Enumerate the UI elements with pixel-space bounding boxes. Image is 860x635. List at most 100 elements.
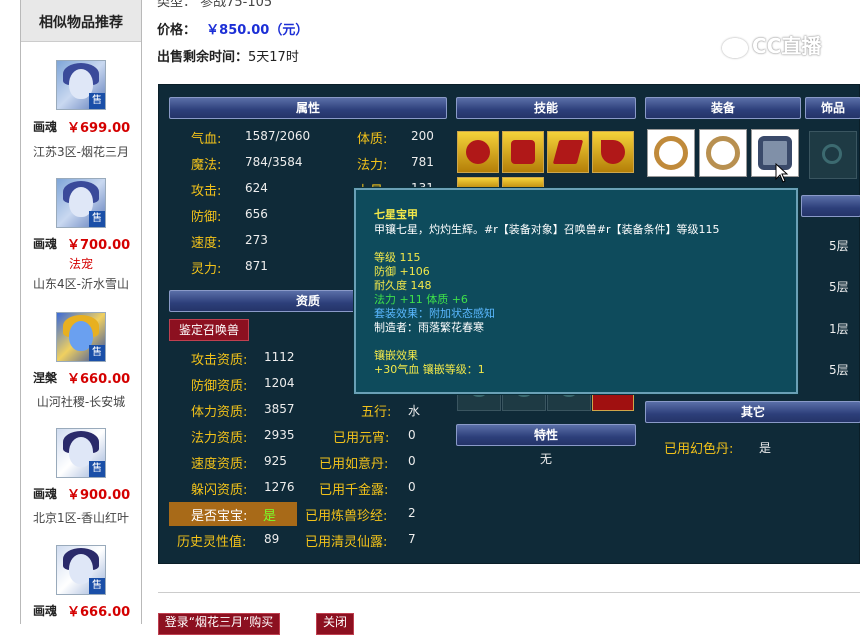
skill-slot[interactable] [457, 131, 499, 173]
aptitude-value: 1204 [264, 376, 295, 390]
product-tag: 法宠 [68, 257, 93, 271]
attr-label: 速度: [191, 236, 222, 251]
aptitude-value: 1276 [264, 480, 295, 494]
skill-header: 技能 [456, 97, 636, 119]
product-name: 画魂 [33, 237, 58, 251]
skill-slot[interactable] [547, 131, 589, 173]
attr-value: 781 [411, 155, 434, 169]
tooltip-line: 等级 115 [374, 251, 421, 264]
product-name: 画魂 [33, 604, 58, 618]
aptitude-label: 速度资质: [191, 457, 248, 472]
attr-value: 1587/2060 [245, 129, 311, 143]
product-price: ￥666.00 [67, 605, 131, 620]
pet-thumbnail[interactable]: 售 [56, 60, 106, 110]
usage-label: 已用千金露: [319, 483, 389, 498]
usage-value: 0 [408, 428, 416, 442]
tooltip-inlay-title: 镶嵌效果 [374, 349, 418, 362]
attr-value: 200 [411, 129, 434, 143]
attr-value: 784/3584 [245, 155, 303, 169]
product-name: 画魂 [33, 120, 58, 134]
tooltip-desc: 甲镶七星，灼灼生辉。#r【装备对象】召唤兽#r【装备条件】等级115 [374, 223, 720, 236]
element-value: 水 [408, 404, 421, 418]
dye-label: 已用幻色丹: [664, 442, 734, 457]
price-row: 价格： ￥850.00（元） [157, 19, 308, 38]
aptitude-label: 躲闪资质: [191, 483, 248, 498]
product-price: ￥700.00 [67, 238, 131, 253]
divider [158, 592, 860, 593]
usage-value: 2 [408, 506, 416, 520]
identify-pet-button[interactable]: 鉴定召唤兽 [169, 319, 249, 341]
aptitude-label: 法力资质: [191, 431, 248, 446]
attr-header: 属性 [169, 97, 447, 119]
tooltip-line: 耐久度 148 [374, 279, 432, 292]
product-server: 山东4区-沂水雪山 [33, 277, 129, 291]
attr-value: 656 [245, 207, 268, 221]
usage-value: 0 [408, 480, 416, 494]
aptitude-value: 1112 [264, 350, 295, 364]
pet-thumbnail[interactable]: 售 [56, 545, 106, 595]
equip-slot-necklace[interactable] [699, 129, 747, 177]
similar-items-sidebar: 相似物品推荐 售 画魂 ￥699.00 江苏3区-烟花三月 售 画魂 ￥700.… [20, 0, 142, 624]
attr-value: 624 [245, 181, 268, 195]
attr-label: 灵力: [191, 262, 222, 277]
history-label: 历史灵性值: [177, 535, 247, 550]
attr-label: 气血: [191, 132, 222, 147]
pet-thumbnail[interactable]: 售 [56, 312, 106, 362]
pet-thumbnail[interactable]: 售 [56, 428, 106, 478]
baby-label: 是否宝宝: [191, 509, 248, 524]
product-price: ￥660.00 [67, 372, 131, 387]
attr-label: 攻击: [191, 184, 222, 199]
usage-label: 已用炼兽珍经: [305, 509, 388, 524]
baby-value: 是 [263, 509, 277, 524]
layer-value: 5层 [829, 239, 849, 253]
equip-slot-ring[interactable] [647, 129, 695, 177]
trait-value: 无 [540, 452, 553, 466]
usage-value: 7 [408, 532, 416, 546]
product-server: 江苏3区-烟花三月 [33, 145, 129, 159]
time-value: 5天17时 [248, 50, 299, 65]
sell-badge: 售 [89, 461, 105, 477]
login-buy-button[interactable]: 登录“烟花三月”购买 [158, 613, 280, 635]
product-price: ￥699.00 [67, 121, 131, 136]
layer-value: 5层 [829, 280, 849, 294]
item-tooltip: 七星宝甲 甲镶七星，灼灼生辉。#r【装备对象】召唤兽#r【装备条件】等级115 … [354, 188, 798, 394]
cc-logo-icon [722, 37, 748, 58]
tooltip-line: 防御 +106 [374, 265, 430, 278]
product-price: ￥900.00 [67, 488, 131, 503]
baby-status-box: 是否宝宝: 是 [169, 502, 297, 526]
time-label: 出售剩余时间： [157, 50, 249, 65]
close-button[interactable]: 关闭 [316, 613, 354, 635]
product-name: 涅槃 [33, 371, 58, 385]
aptitude-label: 攻击资质: [191, 353, 248, 368]
tooltip-inlay-line: +30气血 镶嵌等级：1 [374, 363, 485, 376]
attr-label: 体质: [357, 132, 388, 147]
history-value: 89 [264, 532, 280, 546]
usage-label: 已用清灵仙露: [305, 535, 388, 550]
trait-header: 特性 [456, 424, 636, 446]
element-label: 五行: [361, 405, 392, 420]
product-name: 画魂 [33, 487, 58, 501]
attr-label: 魔法: [191, 158, 222, 173]
sell-badge: 售 [89, 345, 105, 361]
attr-label: 防御: [191, 210, 222, 225]
layer-value: 1层 [829, 322, 849, 336]
sidebar-title: 相似物品推荐 [21, 0, 141, 42]
other-header: 其它 [645, 401, 860, 423]
skill-slot[interactable] [592, 131, 634, 173]
mouse-cursor-icon [775, 163, 789, 183]
usage-label: 已用元宵: [333, 431, 390, 446]
aptitude-label: 体力资质: [191, 405, 248, 420]
skill-slot[interactable] [502, 131, 544, 173]
usage-value: 0 [408, 454, 416, 468]
aptitude-value: 3857 [264, 402, 295, 416]
time-row: 出售剩余时间：5天17时 [157, 46, 299, 65]
ornament-slot[interactable] [809, 131, 857, 179]
tooltip-title: 七星宝甲 [374, 208, 418, 221]
price-label: 价格： [157, 23, 197, 38]
aptitude-value: 925 [264, 454, 287, 468]
attr-value: 871 [245, 259, 268, 273]
tooltip-line: 制造者：雨落繁花春寒 [374, 321, 484, 334]
layer-value: 5层 [829, 363, 849, 377]
dye-value: 是 [759, 441, 772, 455]
pet-thumbnail[interactable]: 售 [56, 178, 106, 228]
